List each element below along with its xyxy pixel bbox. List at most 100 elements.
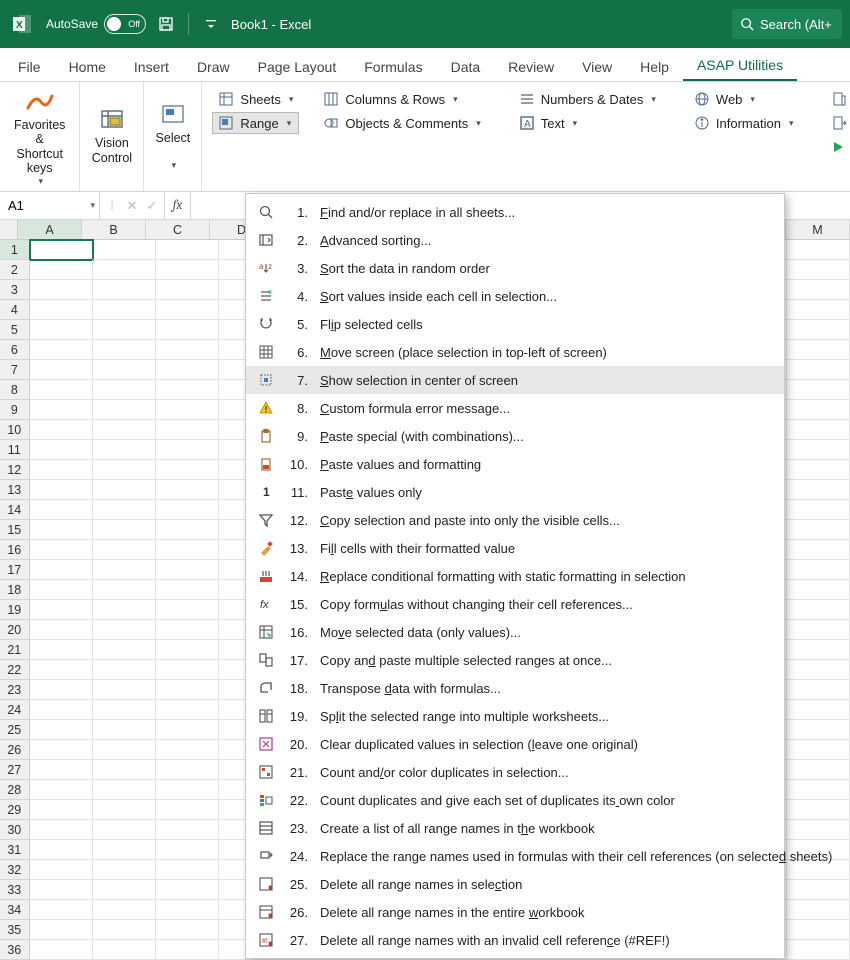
row-header[interactable]: 11 — [0, 440, 30, 460]
cell[interactable] — [156, 920, 219, 940]
cell[interactable] — [787, 580, 850, 600]
cell[interactable] — [30, 280, 93, 300]
row-header[interactable]: 8 — [0, 380, 30, 400]
cell[interactable] — [30, 540, 93, 560]
cell[interactable] — [30, 600, 93, 620]
cell[interactable] — [30, 260, 93, 280]
tab-home[interactable]: Home — [55, 52, 120, 81]
customize-qat-icon[interactable] — [197, 10, 225, 38]
menu-item-18[interactable]: 18.Transpose data with formulas... — [246, 674, 784, 702]
cell[interactable] — [93, 940, 156, 960]
cell[interactable] — [30, 800, 93, 820]
cell[interactable] — [156, 900, 219, 920]
cell[interactable] — [156, 400, 219, 420]
cell[interactable] — [30, 460, 93, 480]
cell[interactable] — [787, 700, 850, 720]
cell[interactable] — [787, 740, 850, 760]
row-header[interactable]: 16 — [0, 540, 30, 560]
cell[interactable] — [787, 260, 850, 280]
cell[interactable] — [93, 580, 156, 600]
cell[interactable] — [156, 260, 219, 280]
cell[interactable] — [30, 340, 93, 360]
cell[interactable] — [156, 940, 219, 960]
row-header[interactable]: 27 — [0, 760, 30, 780]
cell[interactable] — [93, 700, 156, 720]
cell[interactable] — [156, 520, 219, 540]
cell[interactable] — [93, 560, 156, 580]
cell[interactable] — [787, 280, 850, 300]
cell[interactable] — [787, 720, 850, 740]
row-header[interactable]: 32 — [0, 860, 30, 880]
cell[interactable] — [93, 280, 156, 300]
cell[interactable] — [787, 600, 850, 620]
cell[interactable] — [93, 260, 156, 280]
information-menu[interactable]: Information▾ — [688, 112, 800, 134]
cell[interactable] — [156, 800, 219, 820]
text-menu[interactable]: A Text▾ — [513, 112, 662, 134]
export-menu[interactable]: Export▾ — [825, 112, 850, 134]
row-header[interactable]: 10 — [0, 420, 30, 440]
cell[interactable] — [156, 480, 219, 500]
vision-control-button[interactable]: Vision Control — [88, 86, 135, 187]
cell[interactable] — [30, 620, 93, 640]
row-header[interactable]: 3 — [0, 280, 30, 300]
cell[interactable] — [93, 840, 156, 860]
menu-item-4[interactable]: 4.Sort values inside each cell in select… — [246, 282, 784, 310]
row-header[interactable]: 12 — [0, 460, 30, 480]
cell[interactable] — [93, 500, 156, 520]
cell[interactable] — [787, 920, 850, 940]
cell[interactable] — [787, 540, 850, 560]
menu-item-3[interactable]: az3.Sort the data in random order — [246, 254, 784, 282]
cell[interactable] — [156, 640, 219, 660]
cell[interactable] — [30, 440, 93, 460]
cell[interactable] — [156, 840, 219, 860]
row-header[interactable]: 1 — [0, 240, 30, 260]
cell[interactable] — [30, 240, 93, 260]
cell[interactable] — [93, 640, 156, 660]
tab-view[interactable]: View — [568, 52, 626, 81]
cell[interactable] — [156, 720, 219, 740]
cell[interactable] — [93, 620, 156, 640]
menu-item-16[interactable]: 16.Move selected data (only values)... — [246, 618, 784, 646]
cell[interactable] — [30, 780, 93, 800]
cell[interactable] — [156, 660, 219, 680]
cell[interactable] — [787, 460, 850, 480]
cancel-formula-icon[interactable]: ✕ — [122, 198, 142, 214]
cell[interactable] — [156, 340, 219, 360]
cell[interactable] — [93, 760, 156, 780]
numbers-dates-menu[interactable]: Numbers & Dates▾ — [513, 88, 662, 110]
cell[interactable] — [93, 380, 156, 400]
cell[interactable] — [93, 320, 156, 340]
menu-item-2[interactable]: 2.Advanced sorting... — [246, 226, 784, 254]
cell[interactable] — [93, 540, 156, 560]
cell[interactable] — [30, 680, 93, 700]
enter-formula-icon[interactable]: ✓ — [142, 198, 162, 214]
menu-item-17[interactable]: 17.Copy and paste multiple selected rang… — [246, 646, 784, 674]
cell[interactable] — [156, 380, 219, 400]
cell[interactable] — [156, 420, 219, 440]
cell[interactable] — [93, 920, 156, 940]
row-header[interactable]: 7 — [0, 360, 30, 380]
cell[interactable] — [30, 380, 93, 400]
row-header[interactable]: 13 — [0, 480, 30, 500]
menu-item-5[interactable]: 5.Flip selected cells — [246, 310, 784, 338]
cell[interactable] — [787, 560, 850, 580]
row-header[interactable]: 25 — [0, 720, 30, 740]
cell[interactable] — [30, 400, 93, 420]
cell[interactable] — [787, 640, 850, 660]
menu-item-27[interactable]: #!27.Delete all range names with an inva… — [246, 926, 784, 954]
sheets-menu[interactable]: Sheets▾ — [212, 88, 299, 110]
cell[interactable] — [156, 300, 219, 320]
select-button[interactable]: Select▾ — [152, 86, 193, 187]
cell[interactable] — [156, 240, 219, 260]
menu-item-8[interactable]: 8.Custom formula error message... — [246, 394, 784, 422]
cell[interactable] — [787, 300, 850, 320]
row-header[interactable]: 31 — [0, 840, 30, 860]
tab-page-layout[interactable]: Page Layout — [244, 52, 351, 81]
cell[interactable] — [93, 360, 156, 380]
cell[interactable] — [787, 480, 850, 500]
menu-item-9[interactable]: 9.Paste special (with combinations)... — [246, 422, 784, 450]
row-header[interactable]: 2 — [0, 260, 30, 280]
import-menu[interactable]: Import — [825, 88, 850, 110]
cell[interactable] — [787, 320, 850, 340]
